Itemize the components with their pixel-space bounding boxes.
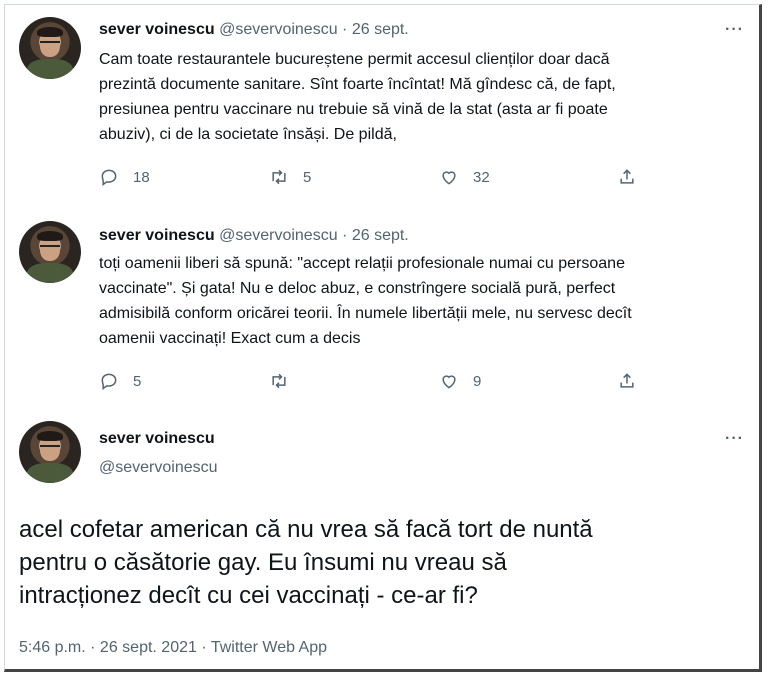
reply-count: 18 [133,168,150,186]
tweet-header: sever voinescu @severvoinescu · 26 sept. [99,227,409,245]
tweet-line: vaccinate". Și gata! Nu e deloc abuz, e … [99,280,616,297]
like-button[interactable]: 9 [439,371,481,391]
tweet-line: Cam toate restaurantele bucureștene perm… [99,51,610,68]
reply-icon [101,169,117,186]
tweet-timestamp[interactable]: 5:46 p.m. · 26 sept. 2021 · Twitter Web … [19,639,327,657]
tweet-line: abuziv), ci de la societate însăși. De p… [99,126,397,143]
retweet-icon [272,373,286,389]
tweet-text: Cam toate restaurantele bucureștene perm… [99,47,749,147]
tweet-text: acel cofetar american că nu vrea să facă… [19,513,749,612]
tweet-line: pentru o căsătorie gay. Eu însumi nu vre… [19,549,507,576]
author-handle[interactable]: @severvoinescu [219,227,338,244]
tweet-actions: 5 9 [99,371,659,397]
like-count: 32 [473,168,490,186]
like-count: 9 [473,372,482,390]
more-icon[interactable]: ··· [725,21,744,39]
reply-icon [101,373,117,390]
retweet-button[interactable] [269,371,303,391]
tweet-line: intracționez decît cu cei vaccinați - ce… [19,582,478,609]
like-icon [442,375,456,389]
share-icon [620,169,634,184]
author-name[interactable]: sever voinescu [99,21,215,38]
author-name[interactable]: sever voinescu [99,430,215,448]
tweet-line: toți oamenii liberi să spună: "accept re… [99,255,625,272]
retweet-button[interactable]: 5 [269,167,311,187]
tweet-date[interactable]: · 26 sept. [342,227,409,244]
tweet-header: sever voinescu @severvoinescu · 26 sept. [99,21,409,39]
tweet-date[interactable]: · 26 sept. [342,21,409,38]
retweet-count: 5 [303,168,312,186]
reply-button[interactable]: 18 [99,167,150,187]
share-button[interactable] [617,167,651,187]
tweet-actions: 18 5 32 [99,167,659,193]
like-icon [442,171,456,185]
tweet-text: toți oamenii liberi să spună: "accept re… [99,251,749,351]
tweet-line: presiunea pentru vaccinare nu trebuie să… [99,101,608,118]
avatar[interactable] [19,221,81,283]
tweet-thread: sever voinescu @severvoinescu · 26 sept.… [4,4,762,672]
share-icon [620,373,634,388]
author-name[interactable]: sever voinescu [99,227,215,244]
like-button[interactable]: 32 [439,167,490,187]
tweet-line: acel cofetar american că nu vrea să facă… [19,516,593,543]
tweet-line: oamenii vaccinați! Exact cum a decis [99,330,361,347]
avatar[interactable] [19,17,81,79]
tweet-line: admisibilă conform oricărei teorii. În n… [99,305,632,322]
author-handle[interactable]: @severvoinescu [219,21,338,38]
tweet-line: prezintă documente sanitare. Sînt foarte… [99,76,616,93]
avatar[interactable] [19,421,81,483]
retweet-icon [272,169,286,185]
reply-count: 5 [133,372,142,390]
reply-button[interactable]: 5 [99,371,141,391]
more-icon[interactable]: ··· [725,430,744,448]
share-button[interactable] [617,371,651,391]
author-handle[interactable]: @severvoinescu [99,459,218,477]
